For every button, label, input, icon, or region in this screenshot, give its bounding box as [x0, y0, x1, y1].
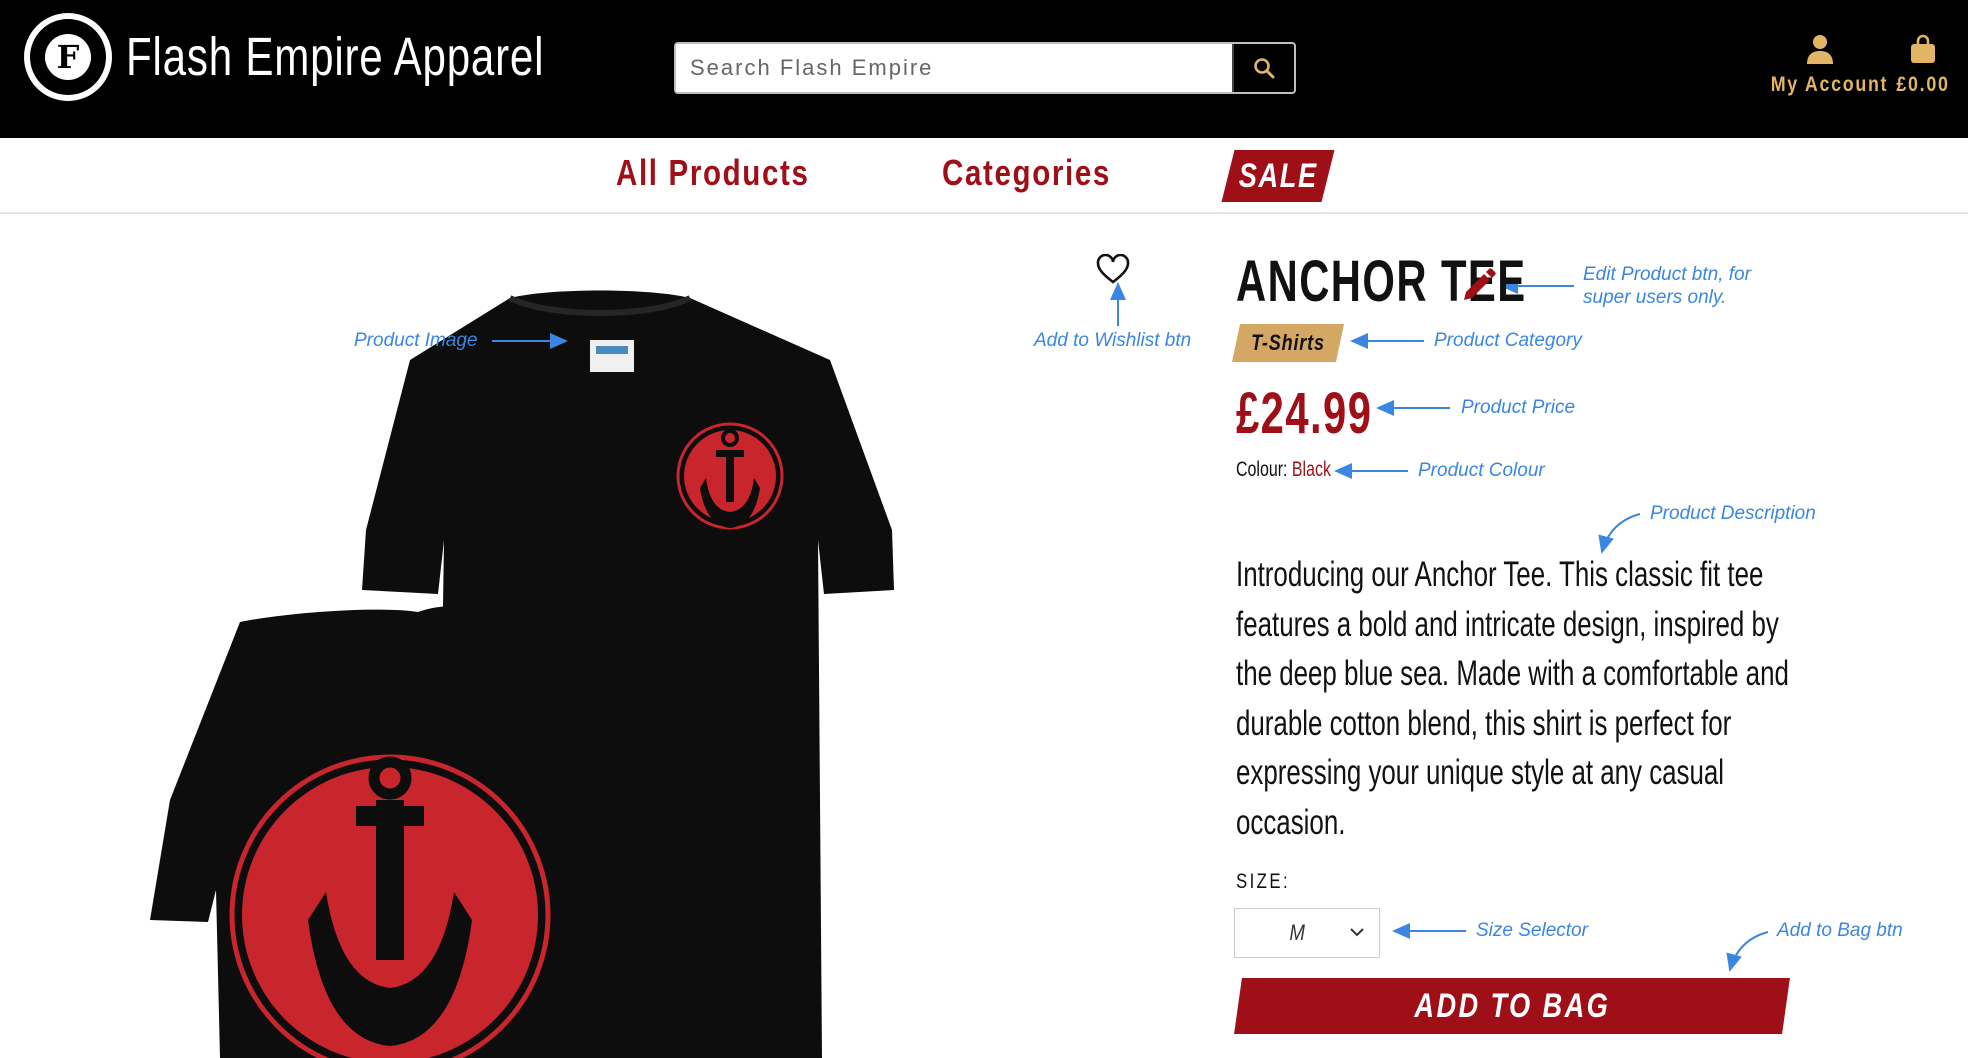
colour-value: Black — [1291, 458, 1331, 481]
annotation-add-to-bag: Add to Bag btn — [1777, 920, 1903, 941]
pencil-icon[interactable] — [1460, 266, 1498, 304]
product-price: £24.99 — [1236, 381, 1373, 446]
category-badge[interactable]: T-Shirts — [1231, 324, 1345, 362]
size-label: SIZE: — [1236, 870, 1291, 893]
add-to-bag-button[interactable]: ADD TO BAG — [1234, 978, 1790, 1034]
annotation-product-image: Product Image — [354, 330, 478, 351]
annotation-price: Product Price — [1461, 397, 1576, 418]
category-label: T-Shirts — [1251, 330, 1325, 355]
size-selected-value: M — [1289, 920, 1305, 945]
annotation-size-selector: Size Selector — [1476, 920, 1588, 941]
add-to-bag-label: ADD TO BAG — [1414, 986, 1610, 1025]
annotation-category: Product Category — [1434, 330, 1582, 351]
size-selector[interactable]: M — [1234, 908, 1380, 958]
colour-label: Colour: — [1236, 458, 1288, 481]
chevron-down-icon — [1350, 928, 1364, 937]
annotation-wishlist: Add to Wishlist btn — [1034, 330, 1192, 351]
annotation-description: Product Description — [1650, 503, 1816, 524]
product-description: Introducing our Anchor Tee. This classic… — [1236, 555, 1789, 842]
annotation-colour: Product Colour — [1418, 460, 1545, 481]
annotation-edit-product-line2: super users only. — [1583, 287, 1727, 308]
annotation-arrows — [492, 278, 1769, 972]
product-colour: Colour: Black — [1236, 458, 1331, 482]
annotation-edit-product-line1: Edit Product btn, for — [1583, 264, 1751, 285]
